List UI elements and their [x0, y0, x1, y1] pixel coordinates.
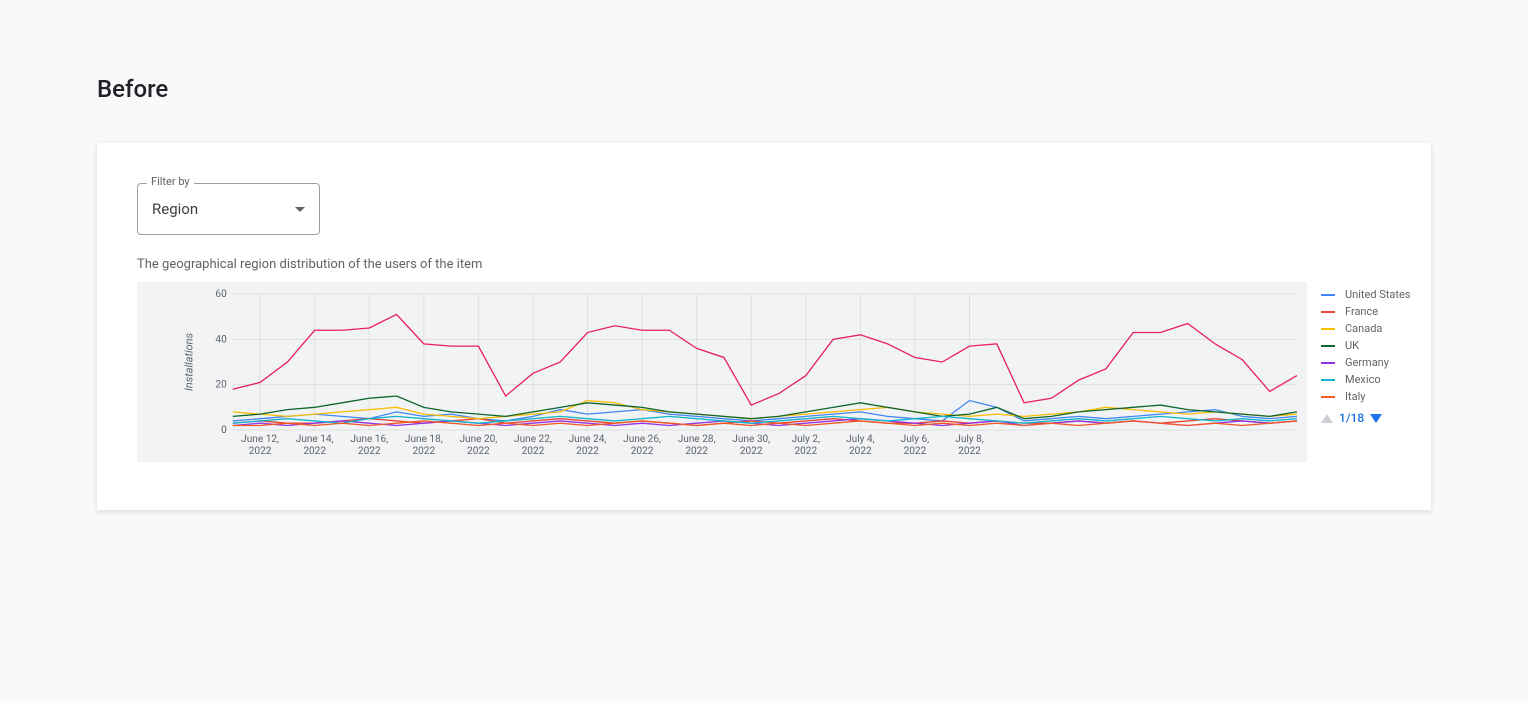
- legend-swatch: [1321, 345, 1335, 347]
- pager-next-icon[interactable]: [1370, 414, 1382, 423]
- legend-item[interactable]: Italy: [1321, 388, 1419, 405]
- filter-value: Region: [152, 200, 198, 218]
- legend-label: France: [1345, 305, 1378, 318]
- legend-item[interactable]: France: [1321, 303, 1419, 320]
- legend-swatch: [1321, 362, 1335, 364]
- svg-text:2022: 2022: [794, 446, 817, 457]
- svg-text:Installations: Installations: [182, 332, 195, 391]
- legend-item[interactable]: United States: [1321, 286, 1419, 303]
- svg-text:2022: 2022: [358, 446, 381, 457]
- svg-text:July 6,: July 6,: [901, 434, 929, 445]
- svg-text:2022: 2022: [740, 446, 763, 457]
- legend-label: UK: [1345, 339, 1359, 352]
- svg-text:June 26,: June 26,: [623, 434, 661, 445]
- series-line[interactable]: [233, 314, 1297, 405]
- svg-text:20: 20: [215, 380, 227, 391]
- legend-label: Canada: [1345, 322, 1382, 335]
- svg-text:June 24,: June 24,: [569, 434, 607, 445]
- legend-swatch: [1321, 311, 1335, 313]
- svg-text:2022: 2022: [303, 446, 326, 457]
- svg-text:60: 60: [215, 289, 227, 300]
- svg-text:July 4,: July 4,: [846, 434, 874, 445]
- pager-text: 1/18: [1339, 411, 1364, 425]
- svg-text:June 20,: June 20,: [459, 434, 497, 445]
- svg-text:0: 0: [221, 425, 227, 436]
- legend-swatch: [1321, 328, 1335, 330]
- svg-text:2022: 2022: [631, 446, 654, 457]
- legend-label: United States: [1345, 288, 1410, 301]
- svg-text:40: 40: [215, 334, 227, 345]
- legend: United States France Canada UK Germany Mexico…: [1307, 282, 1419, 462]
- svg-text:July 2,: July 2,: [792, 434, 820, 445]
- svg-text:2022: 2022: [412, 446, 435, 457]
- legend-item[interactable]: UK: [1321, 337, 1419, 354]
- chart-area: 0204060InstallationsJune 12,2022June 14,…: [137, 282, 1307, 462]
- legend-label: Mexico: [1345, 373, 1381, 386]
- legend-item[interactable]: Canada: [1321, 320, 1419, 337]
- svg-text:2022: 2022: [958, 446, 981, 457]
- filter-label: Filter by: [147, 175, 194, 188]
- svg-text:July 8,: July 8,: [955, 434, 983, 445]
- svg-text:2022: 2022: [249, 446, 272, 457]
- legend-item[interactable]: Germany: [1321, 354, 1419, 371]
- svg-text:June 30,: June 30,: [732, 434, 770, 445]
- svg-text:2022: 2022: [576, 446, 599, 457]
- svg-text:June 12,: June 12,: [241, 434, 279, 445]
- legend-swatch: [1321, 396, 1335, 398]
- svg-text:2022: 2022: [849, 446, 872, 457]
- legend-pager: 1/18: [1321, 411, 1419, 425]
- svg-text:June 18,: June 18,: [405, 434, 443, 445]
- svg-text:2022: 2022: [904, 446, 927, 457]
- svg-text:2022: 2022: [685, 446, 708, 457]
- page-title: Before: [0, 0, 1528, 103]
- pager-prev-icon: [1321, 414, 1333, 423]
- svg-text:June 22,: June 22,: [514, 434, 552, 445]
- svg-text:June 16,: June 16,: [350, 434, 388, 445]
- filter-select[interactable]: Region: [137, 183, 320, 235]
- svg-text:June 28,: June 28,: [678, 434, 716, 445]
- legend-label: Italy: [1345, 390, 1365, 403]
- svg-text:2022: 2022: [467, 446, 490, 457]
- filter-by-field: Filter by Region: [137, 183, 320, 235]
- chart-description: The geographical region distribution of …: [137, 257, 1431, 272]
- legend-swatch: [1321, 294, 1335, 296]
- chart-row: 0204060InstallationsJune 12,2022June 14,…: [137, 282, 1419, 462]
- chevron-down-icon: [295, 207, 305, 212]
- legend-item[interactable]: Mexico: [1321, 371, 1419, 388]
- legend-label: Germany: [1345, 356, 1389, 369]
- legend-swatch: [1321, 379, 1335, 381]
- analytics-card: Filter by Region The geographical region…: [97, 143, 1431, 510]
- svg-text:2022: 2022: [522, 446, 545, 457]
- svg-text:June 14,: June 14,: [296, 434, 334, 445]
